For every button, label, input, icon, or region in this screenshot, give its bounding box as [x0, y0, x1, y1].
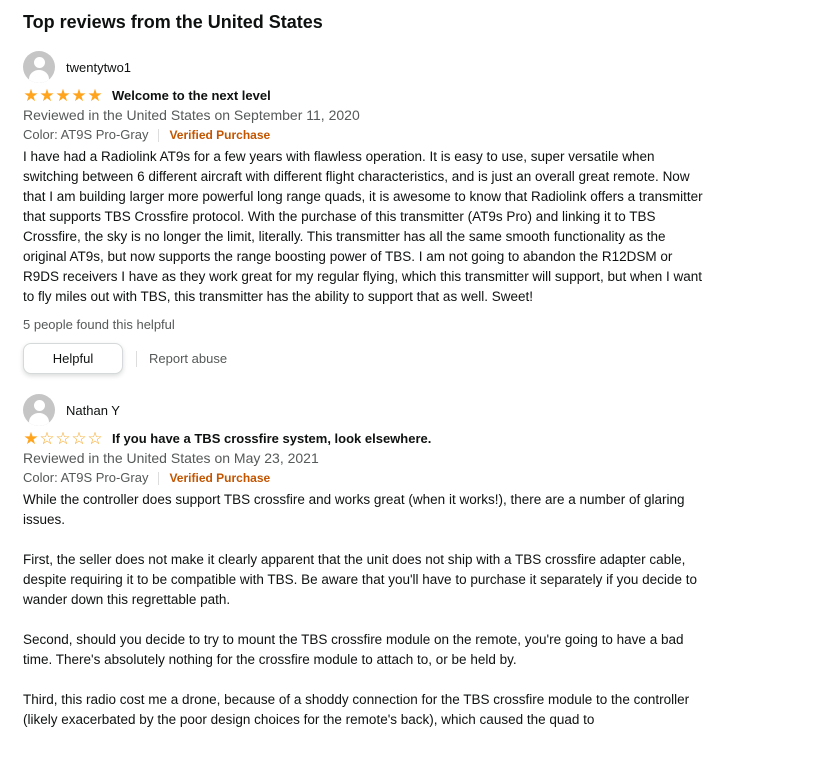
star-filled-icon: ★ [71, 85, 87, 105]
star-empty-icon: ☆ [39, 428, 55, 448]
separator [158, 471, 160, 485]
separator [158, 128, 160, 142]
star-filled-icon: ★ [87, 85, 103, 105]
review-date: Reviewed in the United States on May 23,… [23, 450, 319, 466]
review-card: twentytwo1 ★ ★ ★ ★ ★ Welcome to the next… [23, 51, 723, 374]
star-filled-icon: ★ [23, 85, 39, 105]
review-title[interactable]: If you have a TBS crossfire system, look… [112, 431, 431, 446]
separator [136, 350, 137, 367]
helpful-button[interactable]: Helpful [23, 343, 123, 374]
avatar-icon [23, 394, 55, 426]
helpful-count: 5 people found this helpful [23, 317, 175, 332]
star-rating[interactable]: ★ ☆ ☆ ☆ ☆ [23, 428, 103, 448]
review-card: Nathan Y ★ ☆ ☆ ☆ ☆ If you have a TBS cro… [23, 394, 723, 730]
review-title[interactable]: Welcome to the next level [112, 88, 271, 103]
avatar-icon [23, 51, 55, 83]
verified-purchase-badge: Verified Purchase [169, 128, 271, 142]
reviews-section: Top reviews from the United States twent… [0, 0, 723, 730]
reviewer-profile[interactable]: twentytwo1 [23, 51, 723, 83]
review-date: Reviewed in the United States on Septemb… [23, 107, 360, 123]
review-body: While the controller does support TBS cr… [23, 492, 697, 727]
star-filled-icon: ★ [55, 85, 71, 105]
product-variant[interactable]: Color: AT9S Pro-Gray [23, 125, 148, 145]
star-filled-icon: ★ [39, 85, 55, 105]
verified-purchase-badge: Verified Purchase [169, 471, 271, 485]
reviewer-name[interactable]: Nathan Y [66, 403, 120, 418]
product-variant[interactable]: Color: AT9S Pro-Gray [23, 468, 148, 488]
star-filled-icon: ★ [23, 428, 39, 448]
star-rating[interactable]: ★ ★ ★ ★ ★ [23, 85, 103, 105]
reviewer-name[interactable]: twentytwo1 [66, 60, 131, 75]
star-empty-icon: ☆ [71, 428, 87, 448]
reviewer-profile[interactable]: Nathan Y [23, 394, 723, 426]
star-empty-icon: ☆ [55, 428, 71, 448]
report-abuse-link[interactable]: Report abuse [149, 351, 227, 366]
review-body: I have had a Radiolink AT9s for a few ye… [23, 149, 703, 304]
star-empty-icon: ☆ [87, 428, 103, 448]
section-title: Top reviews from the United States [23, 12, 323, 32]
